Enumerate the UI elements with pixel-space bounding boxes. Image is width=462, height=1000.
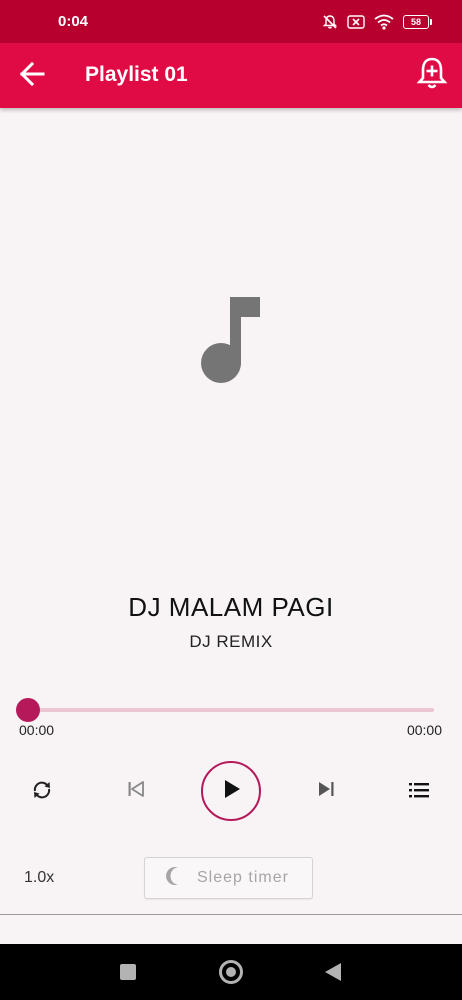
music-note-icon	[198, 297, 264, 391]
app-bar: Playlist 01	[0, 43, 462, 108]
track-artist: DJ REMIX	[189, 632, 273, 651]
add-alarm-icon	[416, 56, 448, 97]
skip-previous-icon	[126, 779, 146, 804]
status-icons: 58	[322, 14, 432, 30]
status-time: 0:04	[58, 13, 89, 30]
playback-speed-button[interactable]: 1.0x	[24, 869, 54, 887]
repeat-button[interactable]	[28, 778, 56, 806]
back-button[interactable]	[16, 60, 48, 92]
arrow-back-icon	[18, 60, 46, 93]
seek-bar[interactable]	[28, 708, 434, 712]
add-alarm-button[interactable]	[414, 56, 450, 97]
next-button[interactable]	[314, 779, 338, 803]
moon-icon	[165, 866, 183, 891]
sleep-timer-button[interactable]: Sleep timer	[144, 857, 313, 899]
play-icon	[220, 778, 242, 805]
close-box-icon	[347, 14, 365, 29]
status-bar: 0:04 58	[0, 0, 462, 43]
battery-level: 58	[403, 14, 429, 29]
previous-button[interactable]	[124, 779, 148, 803]
queue-button[interactable]	[405, 778, 433, 806]
page-title: Playlist 01	[85, 63, 188, 86]
system-nav-bar	[0, 944, 462, 1000]
skip-next-icon	[316, 779, 336, 804]
repeat-icon	[30, 778, 54, 807]
battery-icon: 58	[403, 14, 432, 29]
home-icon[interactable]	[219, 960, 243, 984]
play-button[interactable]	[201, 761, 261, 821]
recents-icon[interactable]	[120, 964, 136, 980]
time-elapsed: 00:00	[19, 722, 55, 738]
mute-bell-icon	[322, 14, 338, 30]
album-artwork	[198, 295, 264, 387]
nav-back-icon[interactable]	[325, 963, 341, 981]
seek-bar-thumb[interactable]	[16, 698, 40, 722]
sleep-timer-label: Sleep timer	[197, 869, 289, 886]
queue-list-icon	[407, 778, 431, 807]
wifi-icon	[374, 14, 394, 30]
time-total: 00:00	[406, 722, 442, 738]
track-title: DJ MALAM PAGI	[128, 592, 334, 622]
divider	[0, 914, 462, 915]
